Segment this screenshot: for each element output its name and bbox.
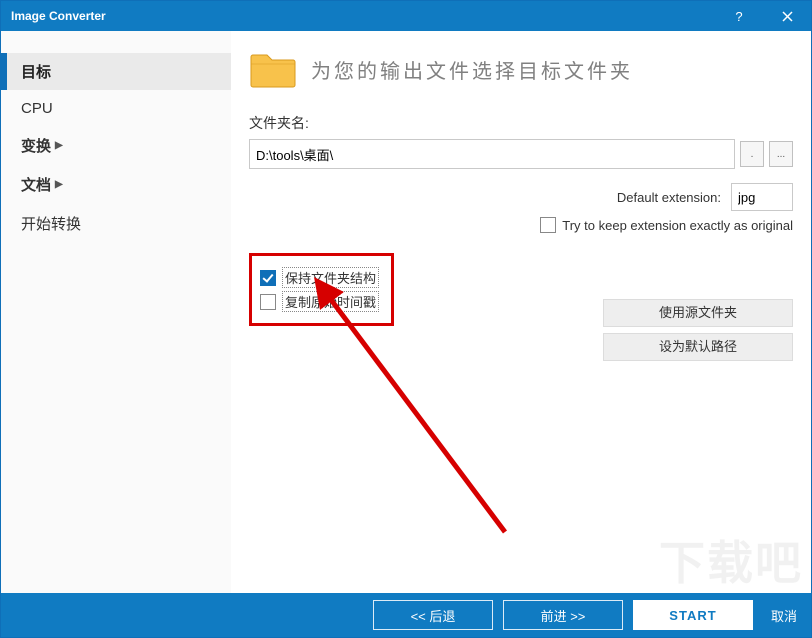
help-button[interactable]: ? bbox=[715, 1, 763, 31]
copy-timestamp-label: 复制原始时间戳 bbox=[282, 291, 379, 312]
keep-structure-checkbox[interactable] bbox=[260, 270, 276, 286]
sidebar-item-label: 开始转换 bbox=[21, 213, 81, 234]
keep-structure-label: 保持文件夹结构 bbox=[282, 267, 379, 288]
app-window: Image Converter ? 目标 CPU 变换 ▶ 文档 ▶ 开始转换 bbox=[0, 0, 812, 638]
sidebar-item-label: 变换 bbox=[21, 135, 51, 156]
back-button[interactable]: << 后退 bbox=[373, 600, 493, 630]
copy-timestamp-checkbox[interactable] bbox=[260, 294, 276, 310]
keep-ext-label: Try to keep extension exactly as origina… bbox=[562, 218, 793, 233]
sidebar-item-transform[interactable]: 变换 ▶ bbox=[1, 127, 231, 164]
main-panel: 为您的输出文件选择目标文件夹 文件夹名: . ... Default exten… bbox=[231, 31, 811, 593]
chevron-right-icon: ▶ bbox=[55, 179, 63, 190]
bottombar: << 后退 前进 >> START 取消 bbox=[1, 593, 811, 637]
sidebar-item-label: CPU bbox=[21, 100, 53, 117]
forward-button[interactable]: 前进 >> bbox=[503, 600, 623, 630]
sidebar: 目标 CPU 变换 ▶ 文档 ▶ 开始转换 bbox=[1, 31, 231, 593]
close-icon bbox=[782, 11, 793, 22]
browse-button[interactable]: ... bbox=[769, 141, 793, 167]
sidebar-item-doc[interactable]: 文档 ▶ bbox=[1, 166, 231, 203]
set-default-button[interactable]: 设为默认路径 bbox=[603, 333, 793, 361]
sidebar-item-cpu[interactable]: CPU bbox=[1, 92, 231, 125]
sidebar-item-target[interactable]: 目标 bbox=[1, 53, 231, 90]
keep-ext-checkbox[interactable] bbox=[540, 217, 556, 233]
folder-path-input[interactable] bbox=[249, 139, 735, 169]
window-title: Image Converter bbox=[1, 9, 715, 23]
default-ext-input[interactable] bbox=[731, 183, 793, 211]
default-ext-label: Default extension: bbox=[617, 190, 721, 205]
clear-button[interactable]: . bbox=[740, 141, 764, 167]
use-source-button[interactable]: 使用源文件夹 bbox=[603, 299, 793, 327]
close-button[interactable] bbox=[763, 1, 811, 31]
highlighted-options-box: 保持文件夹结构 复制原始时间戳 bbox=[249, 253, 394, 326]
sidebar-item-start[interactable]: 开始转换 bbox=[1, 205, 231, 242]
start-button[interactable]: START bbox=[633, 600, 753, 630]
folder-icon bbox=[249, 49, 297, 89]
cancel-link[interactable]: 取消 bbox=[771, 606, 797, 625]
page-title: 为您的输出文件选择目标文件夹 bbox=[311, 55, 633, 84]
sidebar-item-label: 文档 bbox=[21, 174, 51, 195]
titlebar: Image Converter ? bbox=[1, 1, 811, 31]
sidebar-item-label: 目标 bbox=[21, 61, 51, 82]
chevron-right-icon: ▶ bbox=[55, 140, 63, 151]
folder-name-label: 文件夹名: bbox=[249, 113, 793, 133]
